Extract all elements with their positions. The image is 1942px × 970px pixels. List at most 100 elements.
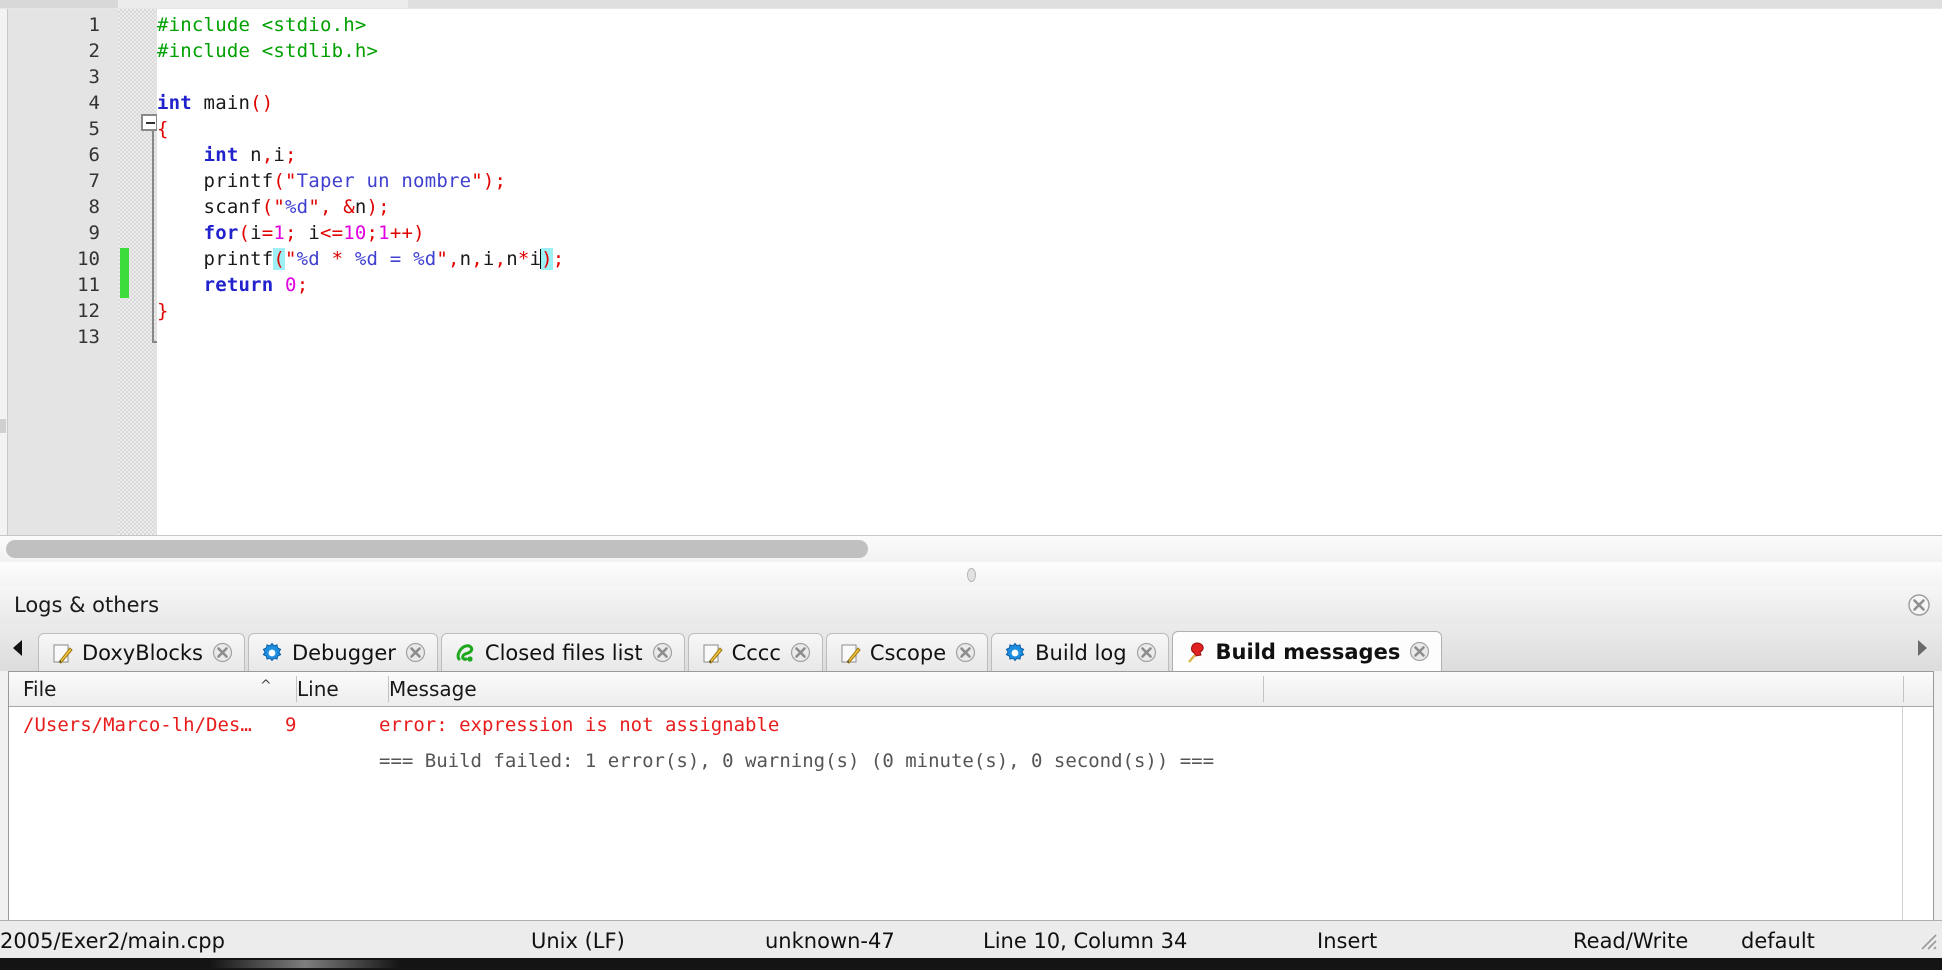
- line-number: 7: [88, 170, 100, 192]
- blue-gear-icon: [262, 642, 282, 661]
- line-number: 9: [88, 222, 100, 244]
- grid-body[interactable]: /Users/Marco-lh/Des… 9 error: expression i…: [9, 707, 1933, 779]
- grid-column-label: Message: [389, 677, 477, 701]
- top-strip-segment-left: [0, 0, 118, 8]
- close-icon: [212, 642, 233, 663]
- code-line[interactable]: }: [157, 298, 169, 324]
- tab-close-button[interactable]: [212, 642, 233, 663]
- grid-column-header[interactable]: File ^: [23, 672, 297, 706]
- logs-tabs[interactable]: DoxyBlocks Debugger Closed files list Cccc C…: [38, 631, 1445, 671]
- cell-line: 9: [285, 714, 297, 736]
- line-number-gutter: 1 2 3 4 5 6 7 8 9 10 11 12 13: [8, 9, 118, 535]
- code-line[interactable]: for(i=1; i<=10;1++): [157, 220, 425, 246]
- red-pin-icon: [1187, 641, 1204, 663]
- tab-label: Closed files list: [484, 640, 643, 665]
- tab-close-button[interactable]: [405, 642, 426, 663]
- code-line[interactable]: scanf("%d", &n);: [157, 194, 390, 220]
- tab-close-button[interactable]: [1409, 641, 1430, 662]
- tab-doxyblocks[interactable]: DoxyBlocks: [38, 633, 245, 671]
- tab-closed-files-list[interactable]: Closed files list: [440, 633, 685, 671]
- splitter-grip[interactable]: [967, 568, 976, 582]
- fold-collapse-icon[interactable]: [141, 114, 158, 131]
- close-icon: [405, 642, 426, 663]
- code-line[interactable]: {: [157, 116, 169, 142]
- pencil-note-icon: [841, 644, 861, 664]
- line-number: 5: [88, 118, 100, 140]
- tab-close-button[interactable]: [652, 642, 673, 663]
- close-icon: [956, 642, 976, 663]
- status-line-ending: Unix (LF): [531, 929, 625, 953]
- logs-title-bar: Logs & others: [0, 586, 1942, 625]
- tab-label: Cscope: [869, 640, 947, 665]
- code-line[interactable]: int n,i;: [157, 142, 297, 168]
- tab-build-log[interactable]: Build log: [991, 633, 1169, 671]
- pencil-note-icon: [703, 644, 723, 664]
- status-bar: 2005/Exer2/main.cpp Unix (LF) unknown-47…: [0, 920, 1942, 959]
- resize-grip-icon[interactable]: [1918, 931, 1938, 951]
- modified-lines-marker: [120, 248, 129, 298]
- tab-cscope[interactable]: Cscope: [825, 633, 989, 671]
- tab-cccc[interactable]: Cccc: [687, 633, 823, 671]
- tab-build-messages[interactable]: Build messages: [1171, 631, 1443, 671]
- code-line[interactable]: printf("%d * %d = %d",n,i,n*i);: [157, 246, 564, 272]
- status-file-path: 2005/Exer2/main.cpp: [0, 929, 225, 953]
- tab-close-button[interactable]: [1136, 642, 1157, 663]
- close-icon: [652, 642, 672, 663]
- source-editor[interactable]: 1 2 3 4 5 6 7 8 9 10 11 12 13 #include <stdio.h> #inc…: [0, 9, 1942, 535]
- logs-and-others-panel: Logs & others DoxyBlocks Debugger Closed f…: [0, 586, 1942, 970]
- fold-range-line: [152, 124, 154, 343]
- codeblocks-window: 1 2 3 4 5 6 7 8 9 10 11 12 13 #include <stdio.h> #inc…: [0, 0, 1942, 970]
- line-number: 13: [77, 326, 100, 348]
- screen-bottom-bezel: [0, 958, 1942, 970]
- editor-hscrollbar-thumb[interactable]: [6, 540, 868, 558]
- build-messages-grid[interactable]: File ^ Line Message /Users/Marco-lh/Des… 9 er…: [8, 671, 1934, 922]
- status-insert-mode: Insert: [1317, 929, 1378, 953]
- grid-column-divider: [1902, 707, 1903, 921]
- tab-debugger[interactable]: Debugger: [247, 633, 438, 671]
- green-plug-icon: [456, 643, 474, 662]
- cell-message: error: expression is not assignable: [379, 714, 780, 736]
- close-icon: [1136, 642, 1156, 663]
- grid-column-label: Line: [297, 677, 339, 701]
- tab-close-button[interactable]: [955, 642, 976, 663]
- status-encoding: unknown-47: [765, 929, 895, 953]
- close-icon[interactable]: [1908, 594, 1930, 616]
- cell-message: === Build failed: 1 error(s), 0 warning(…: [379, 750, 1215, 772]
- bezel-sheen: [210, 960, 400, 968]
- line-number: 11: [77, 274, 100, 296]
- cell-file: /Users/Marco-lh/Des…: [23, 714, 252, 736]
- line-number: 12: [77, 300, 100, 322]
- line-number: 3: [88, 66, 100, 88]
- close-icon: [790, 642, 810, 663]
- editor-left-scrollbar-thumb[interactable]: [0, 419, 6, 433]
- code-line[interactable]: int main(): [157, 90, 273, 116]
- triangle-right-icon[interactable]: [1910, 634, 1934, 662]
- editor-horizontal-scrollbar[interactable]: [0, 535, 1942, 563]
- grid-column-label: File: [23, 677, 57, 701]
- code-line[interactable]: #include <stdlib.h>: [157, 38, 378, 64]
- code-text-area[interactable]: #include <stdio.h> #include <stdlib.h> int…: [157, 9, 1942, 535]
- grid-header-row[interactable]: File ^ Line Message: [9, 672, 1933, 707]
- code-line[interactable]: printf("Taper un nombre");: [157, 168, 506, 194]
- grid-column-header[interactable]: Line: [297, 672, 389, 706]
- line-number: 1: [88, 14, 100, 36]
- table-row[interactable]: /Users/Marco-lh/Des… 9 error: expression i…: [9, 707, 1933, 743]
- top-strip-segment-right: [408, 0, 1942, 8]
- grid-column-header[interactable]: [1264, 672, 1904, 706]
- sort-ascending-icon: ^: [260, 678, 272, 694]
- tab-label: Build messages: [1215, 639, 1401, 664]
- grid-column-header[interactable]: Message: [389, 672, 1264, 706]
- triangle-left-icon[interactable]: [6, 634, 30, 662]
- line-number: 4: [88, 92, 100, 114]
- line-number: 10: [77, 248, 100, 270]
- line-number: 2: [88, 40, 100, 62]
- status-profile: default: [1741, 929, 1815, 953]
- table-row[interactable]: === Build failed: 1 error(s), 0 warning(…: [9, 743, 1933, 779]
- logs-tab-bar[interactable]: DoxyBlocks Debugger Closed files list Cccc C…: [0, 624, 1942, 671]
- code-line[interactable]: #include <stdio.h>: [157, 12, 367, 38]
- line-number: 6: [88, 144, 100, 166]
- tab-label: Cccc: [731, 640, 781, 665]
- panel-splitter[interactable]: [0, 562, 1942, 587]
- tab-close-button[interactable]: [790, 642, 811, 663]
- code-line[interactable]: return 0;: [157, 272, 309, 298]
